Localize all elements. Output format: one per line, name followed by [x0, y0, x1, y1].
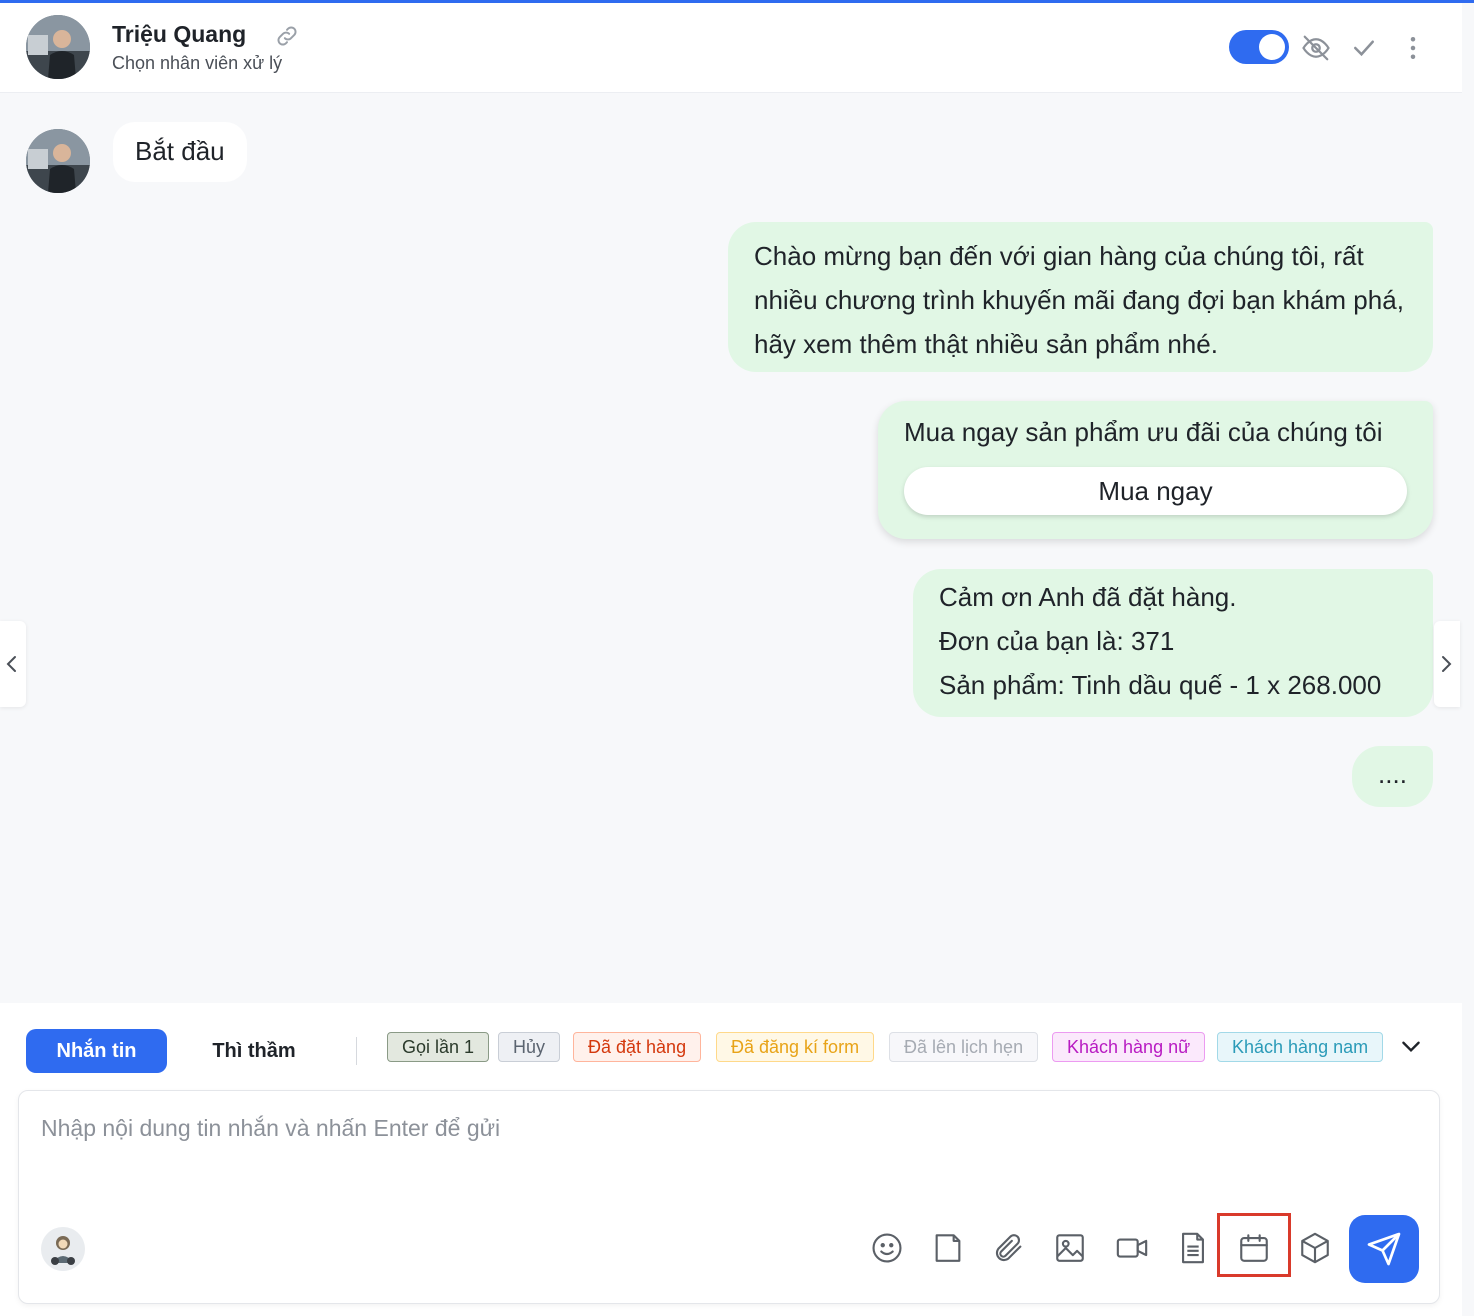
- composer: Nhắn tin Thì thầm Gọi lần 1 Hủy Đã đặt h…: [0, 1003, 1462, 1316]
- calendar-icon: [1240, 1234, 1268, 1262]
- schedule-button[interactable]: [1237, 1231, 1271, 1265]
- bot-avatar[interactable]: [41, 1227, 85, 1271]
- video-icon: [1116, 1238, 1148, 1258]
- smile-icon: [872, 1233, 902, 1263]
- prev-panel-arrow[interactable]: [0, 621, 26, 707]
- outgoing-message-order: Cảm ơn Anh đã đặt hàng. Đơn của bạn là: …: [913, 569, 1433, 717]
- customer-name: Triệu Quang: [112, 21, 247, 47]
- outgoing-message-promo: Mua ngay sản phẩm ưu đãi của chúng tôi M…: [878, 401, 1433, 539]
- typing-indicator: ....: [1352, 746, 1433, 807]
- note-icon: [935, 1234, 961, 1262]
- order-line: Sản phẩm: Tinh dầu quế - 1 x 268.000: [939, 670, 1382, 700]
- product-button[interactable]: [1298, 1231, 1332, 1265]
- order-line: Đơn của bạn là: 371: [939, 626, 1175, 656]
- paperclip-icon: [995, 1234, 1022, 1262]
- promo-text: Mua ngay sản phẩm ưu đãi của chúng tôi: [904, 417, 1383, 447]
- tag-da-len-lich-hen[interactable]: Đã lên lịch hẹn: [889, 1032, 1039, 1062]
- tag-da-dang-ki-form[interactable]: Đã đăng kí form: [716, 1032, 875, 1062]
- toggle-knob: [1259, 34, 1285, 60]
- outgoing-message-welcome: Chào mừng bạn đến với gian hàng của chún…: [728, 222, 1433, 372]
- tab-whisper[interactable]: Thì thầm: [196, 1029, 312, 1073]
- tag-khach-hang-nam[interactable]: Khách hàng nam: [1217, 1032, 1384, 1062]
- check-icon[interactable]: [1349, 33, 1379, 63]
- sender-avatar: [26, 129, 90, 193]
- status-toggle[interactable]: [1229, 30, 1289, 64]
- document-icon: [1182, 1232, 1204, 1264]
- image-icon: [1056, 1234, 1084, 1262]
- send-button[interactable]: [1349, 1215, 1419, 1283]
- document-button[interactable]: [1176, 1231, 1210, 1265]
- video-button[interactable]: [1115, 1231, 1149, 1265]
- eye-off-icon[interactable]: [1301, 33, 1331, 63]
- message-input-box[interactable]: Nhập nội dung tin nhắn và nhấn Enter để …: [18, 1090, 1440, 1304]
- emoji-button[interactable]: [870, 1231, 904, 1265]
- message-list[interactable]: Bắt đầu Chào mừng bạn đến với gian hàng …: [0, 94, 1462, 1002]
- tag-goi-lan-1[interactable]: Gọi lần 1: [387, 1032, 490, 1062]
- tag-khach-hang-nu[interactable]: Khách hàng nữ: [1052, 1032, 1206, 1062]
- chevron-left-icon: [6, 656, 16, 672]
- link-icon[interactable]: [274, 23, 300, 49]
- tab-divider: [356, 1037, 357, 1065]
- tag-da-dat-hang[interactable]: Đã đặt hàng: [573, 1032, 702, 1062]
- note-button[interactable]: [931, 1231, 965, 1265]
- more-options-icon[interactable]: [1398, 33, 1428, 63]
- message-input[interactable]: Nhập nội dung tin nhắn và nhấn Enter để …: [41, 1115, 500, 1142]
- package-icon: [1301, 1232, 1329, 1264]
- chevron-right-icon: [1442, 656, 1452, 672]
- image-button[interactable]: [1053, 1231, 1087, 1265]
- assign-staff-link[interactable]: Chọn nhân viên xử lý: [112, 53, 282, 74]
- tab-message[interactable]: Nhắn tin: [26, 1029, 167, 1073]
- next-panel-arrow[interactable]: [1434, 621, 1460, 707]
- customer-avatar[interactable]: [26, 15, 90, 79]
- attach-button[interactable]: [992, 1231, 1026, 1265]
- incoming-message: Bắt đầu: [113, 122, 247, 182]
- send-icon: [1367, 1232, 1401, 1266]
- buy-now-button[interactable]: Mua ngay: [904, 467, 1407, 515]
- chat-header: Triệu Quang Chọn nhân viên xử lý: [0, 3, 1462, 93]
- chevron-down-icon[interactable]: [1398, 1033, 1424, 1059]
- tag-huy[interactable]: Hủy: [498, 1032, 561, 1062]
- order-line: Cảm ơn Anh đã đặt hàng.: [939, 582, 1237, 612]
